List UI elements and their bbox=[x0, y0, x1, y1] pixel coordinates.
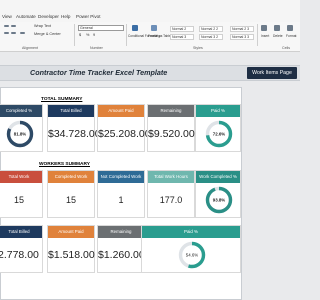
card-header: Amount Paid bbox=[48, 226, 94, 238]
card-header: Total Billed bbox=[0, 226, 42, 238]
card-header: Work Completed % bbox=[196, 171, 240, 183]
group-alignment-label: Alignment bbox=[22, 46, 38, 50]
gauge-value: 72.6% bbox=[213, 132, 226, 137]
card-paid-percent: Paid % 72.6% bbox=[195, 104, 241, 152]
card-value: 2.778.00 bbox=[0, 249, 39, 261]
style-normal-2-3[interactable]: Normal 2 3 bbox=[230, 26, 254, 32]
card-value: 15 bbox=[13, 195, 24, 205]
card-header: Completed % bbox=[0, 105, 42, 117]
percent-format-button[interactable]: % bbox=[86, 33, 89, 37]
format-icon[interactable] bbox=[287, 25, 293, 31]
gauge-value: 54.6% bbox=[186, 253, 199, 258]
group-styles-label: Styles bbox=[193, 46, 203, 50]
card-work-completed-percent: Work Completed % 93.8% bbox=[195, 170, 241, 218]
indent-icon[interactable] bbox=[20, 32, 25, 34]
wrap-text-button[interactable]: Wrap Text bbox=[34, 24, 51, 28]
card-header: Amount Paid bbox=[98, 105, 144, 117]
ribbon-divider bbox=[257, 24, 258, 46]
format-as-table-button[interactable]: Format as Table bbox=[148, 34, 171, 38]
style-normal-2-2[interactable]: Normal 2 2 bbox=[199, 26, 223, 32]
group-number-label: Number bbox=[90, 46, 103, 50]
card-value: 15 bbox=[65, 195, 76, 205]
card-remaining: Remaining $9.520.00 bbox=[147, 104, 195, 152]
card-completed-percent: Completed % 81.8% bbox=[0, 104, 43, 152]
style-normal-2[interactable]: Normal 2 bbox=[170, 26, 194, 32]
paid-gauge: 72.6% bbox=[205, 120, 233, 148]
card-completed-work: Completed Work 15 bbox=[47, 170, 95, 218]
card-value: 177.0 bbox=[159, 195, 183, 205]
card-total-work-hours: Total Work Hours 177.0 bbox=[147, 170, 195, 218]
tab-developer[interactable]: Developer bbox=[38, 14, 59, 19]
card-workers-amount-paid: Amount Paid $1.518.00 bbox=[47, 225, 95, 273]
card-header: Total Work Hours bbox=[148, 171, 194, 183]
tab-automate[interactable]: Automate bbox=[16, 14, 36, 19]
currency-format-button[interactable]: $ bbox=[79, 33, 81, 37]
format-button[interactable]: Format bbox=[286, 34, 296, 38]
worksheet: Contractor Time Tracker Excel Template W… bbox=[0, 53, 300, 300]
card-not-completed-work: Not Completed Work 1 bbox=[97, 170, 145, 218]
align-left-icon[interactable] bbox=[4, 32, 9, 34]
workers-summary-title: WORKERS SUMMARY bbox=[39, 162, 90, 167]
work-completed-gauge: 93.8% bbox=[205, 186, 233, 214]
style-normal-3-2[interactable]: Normal 3 2 bbox=[199, 34, 223, 40]
page-title: Contractor Time Tracker Excel Template bbox=[30, 68, 168, 77]
tab-help[interactable]: Help bbox=[61, 14, 70, 19]
card-header: Total Billed bbox=[48, 105, 94, 117]
card-value: $34.728.00 bbox=[48, 128, 101, 140]
tab-power-pivot[interactable]: Power Pivot bbox=[76, 14, 101, 19]
insert-icon[interactable] bbox=[261, 25, 267, 31]
style-normal-3[interactable]: Normal 3 bbox=[170, 34, 194, 40]
conditional-formatting-icon[interactable] bbox=[132, 25, 138, 31]
workers-paid-gauge: 54.6% bbox=[178, 241, 206, 269]
card-workers-total-billed: Total Billed 2.778.00 bbox=[0, 225, 43, 273]
card-header: Remaining bbox=[98, 226, 144, 238]
card-value: $1.518.00 bbox=[48, 249, 95, 261]
insert-button[interactable]: Insert bbox=[261, 34, 269, 38]
ribbon-divider bbox=[74, 24, 75, 46]
dashboard-panel: TOTAL SUMMARY Completed % 81.8% Total Bi… bbox=[0, 87, 242, 300]
card-total-billed: Total Billed $34.728.00 bbox=[47, 104, 101, 152]
card-value: 1 bbox=[118, 195, 124, 205]
card-header: Not Completed Work bbox=[98, 171, 144, 183]
card-value: $9.520.00 bbox=[148, 128, 195, 140]
merge-center-button[interactable]: Merge & Center bbox=[34, 32, 61, 36]
card-value: $1.260.00 bbox=[98, 249, 145, 261]
card-total-work: Total Work 15 bbox=[0, 170, 43, 218]
card-workers-paid-percent: Paid % 54.6% bbox=[141, 225, 241, 273]
format-as-table-icon[interactable] bbox=[151, 25, 157, 31]
tab-view[interactable]: View bbox=[2, 14, 12, 19]
ribbon: Wrap Text Merge & Center Alignment Gener… bbox=[0, 22, 300, 52]
card-header: Total Work bbox=[0, 171, 42, 183]
gauge-value: 93.8% bbox=[213, 198, 226, 203]
card-header: Completed Work bbox=[48, 171, 94, 183]
delete-button[interactable]: Delete bbox=[273, 34, 283, 38]
align-top-icon[interactable] bbox=[4, 25, 9, 27]
gauge-value: 81.8% bbox=[14, 132, 27, 137]
comma-format-button[interactable]: 9 bbox=[93, 33, 95, 37]
align-center-icon[interactable] bbox=[11, 32, 16, 34]
menu-bar: View Automate Developer Help Power Pivot bbox=[0, 0, 300, 22]
card-header: Paid % bbox=[196, 105, 240, 117]
total-summary-title: TOTAL SUMMARY bbox=[41, 97, 83, 102]
card-workers-remaining: Remaining $1.260.00 bbox=[97, 225, 145, 273]
completed-gauge: 81.8% bbox=[6, 120, 34, 148]
group-cells-label: Cells bbox=[282, 46, 290, 50]
style-normal-3-3[interactable]: Normal 3 3 bbox=[230, 34, 254, 40]
align-middle-icon[interactable] bbox=[11, 25, 16, 27]
card-amount-paid: Amount Paid $25.208.00 bbox=[97, 104, 151, 152]
number-format-dropdown[interactable]: General bbox=[78, 25, 124, 31]
work-items-page-button[interactable]: Work Items Page bbox=[247, 67, 297, 79]
card-header: Remaining bbox=[148, 105, 194, 117]
excel-window: { "ribbon": { "tabs": ["View", "Automate… bbox=[0, 0, 300, 300]
delete-icon[interactable] bbox=[274, 25, 280, 31]
card-header: Paid % bbox=[142, 226, 240, 238]
card-value: $25.208.00 bbox=[98, 128, 151, 140]
ribbon-divider bbox=[126, 24, 127, 46]
